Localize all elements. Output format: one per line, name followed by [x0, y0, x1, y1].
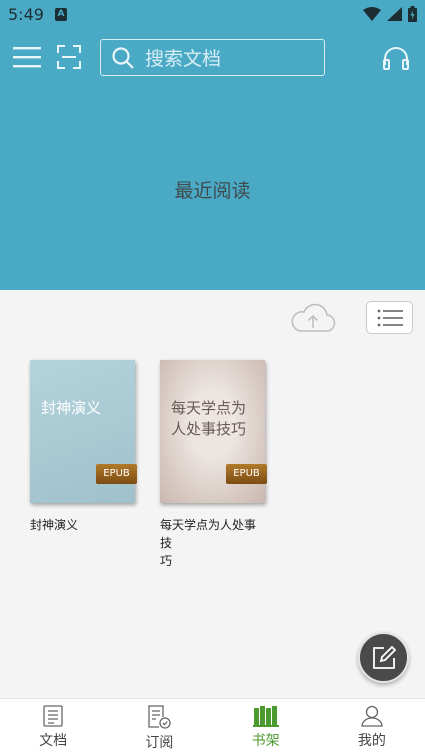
- book-cover-title-line: 每天学点为: [171, 399, 247, 417]
- book-cover[interactable]: 每天学点为 人处事技巧 EPUB: [160, 360, 267, 503]
- battery-icon: [408, 6, 417, 22]
- shelf-toolbar: [0, 300, 425, 340]
- book-title-line: 巧: [160, 554, 173, 568]
- book-cover-title: 封神演义: [41, 399, 102, 417]
- scan-button[interactable]: [56, 44, 82, 70]
- book-title: 封神演义: [30, 518, 79, 532]
- bottom-navigation: 文档 订阅 书架 我的: [0, 698, 425, 755]
- bookshelf-icon: [252, 706, 279, 727]
- cloud-upload-icon: [291, 303, 336, 332]
- tab-label: 文档: [39, 733, 68, 749]
- scan-icon: [57, 45, 81, 69]
- list-view-button[interactable]: [366, 301, 413, 334]
- format-badge: EPUB: [96, 464, 137, 484]
- signal-icon: [387, 7, 402, 21]
- tab-bookshelf[interactable]: 书架: [213, 699, 319, 755]
- tab-label: 我的: [357, 733, 386, 749]
- tab-label: 订阅: [145, 735, 174, 751]
- tab-documents[interactable]: 文档: [0, 699, 106, 755]
- tab-profile[interactable]: 我的: [319, 699, 425, 755]
- audio-button[interactable]: [381, 44, 411, 72]
- tab-subscribe[interactable]: 订阅: [106, 699, 212, 755]
- status-bar: 5:49 A: [0, 0, 425, 30]
- book-item[interactable]: 封神演义 EPUB 封神演义: [30, 360, 137, 534]
- upload-button[interactable]: [290, 301, 336, 335]
- document-icon: [43, 705, 63, 727]
- profile-icon: [361, 705, 383, 727]
- edit-icon: [372, 645, 396, 669]
- search-icon: [112, 46, 134, 69]
- book-item[interactable]: 每天学点为 人处事技巧 EPUB 每天学点为人处事技 巧: [160, 360, 267, 570]
- search-placeholder: 搜索文档: [145, 48, 222, 70]
- status-icons: [363, 6, 417, 22]
- book-cover-title-line: 人处事技巧: [171, 420, 247, 438]
- wifi-icon: [363, 7, 381, 21]
- tab-label: 书架: [251, 733, 280, 749]
- menu-icon: [13, 47, 41, 68]
- status-time: 5:49: [8, 5, 44, 24]
- book-cover-title: 每天学点为 人处事技巧: [171, 398, 246, 440]
- subscribe-icon: [148, 705, 172, 729]
- book-title: 每天学点为人处事技 巧: [160, 516, 266, 570]
- book-cover[interactable]: 封神演义 EPUB: [30, 360, 137, 503]
- recent-reading-label[interactable]: 最近阅读: [0, 176, 425, 203]
- search-input[interactable]: 搜索文档: [100, 39, 325, 76]
- headphones-icon: [383, 47, 409, 70]
- format-badge: EPUB: [226, 464, 267, 484]
- list-view-icon: [377, 309, 403, 326]
- notification-icon: A: [55, 8, 67, 21]
- header-background: 5:49 A 搜索文档 最近阅读: [0, 0, 425, 290]
- app-bar: 搜索文档: [0, 38, 425, 80]
- book-title-line: 每天学点为人处事技: [160, 518, 257, 550]
- menu-button[interactable]: [12, 44, 42, 70]
- edit-fab-button[interactable]: [358, 632, 409, 683]
